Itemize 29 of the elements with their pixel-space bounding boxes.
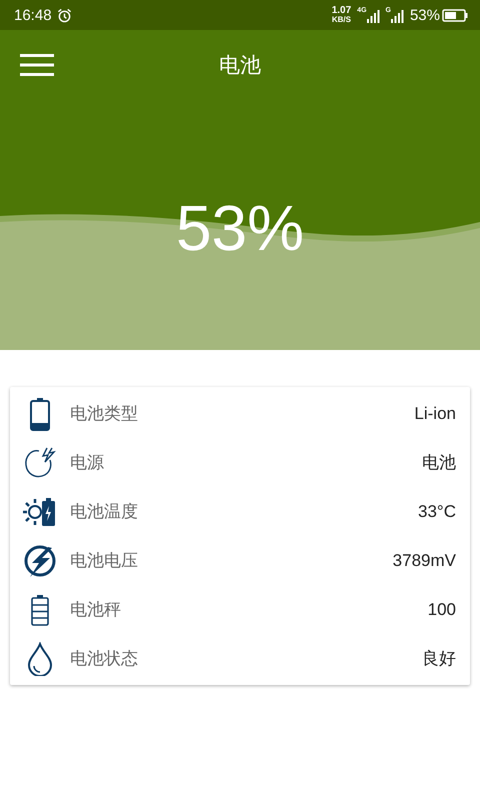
lightning-circle-icon (23, 544, 57, 578)
info-value: 电池 (422, 452, 456, 474)
plug-bolt-icon (23, 446, 57, 478)
info-label: 电池秤 (70, 599, 122, 621)
info-value: 100 (428, 600, 456, 620)
alarm-clock-icon (56, 8, 72, 22)
signal-icon (390, 10, 404, 23)
info-label: 电池类型 (70, 403, 139, 425)
menu-icon[interactable] (20, 54, 54, 76)
battery-icon (442, 8, 468, 22)
battery-percentage: 53% (174, 193, 306, 263)
clock-time: 16:48 (14, 6, 52, 24)
water-drop-icon (27, 642, 53, 676)
speed-unit: KB/S (332, 15, 351, 24)
info-value: 良好 (422, 648, 456, 670)
speed-value: 1.07 (332, 6, 352, 15)
info-label: 电池温度 (70, 501, 139, 523)
battery-icon (29, 396, 51, 430)
battery-level-icon (30, 594, 50, 626)
sun-battery-icon (22, 496, 58, 528)
app-title: 电池 (218, 53, 262, 79)
info-label: 电源 (70, 452, 105, 474)
signal-icon (366, 10, 380, 23)
info-label: 电池电压 (70, 550, 139, 572)
info-value: 33°C (418, 502, 456, 522)
info-value: 3789mV (392, 550, 456, 570)
info-label: 电池状态 (70, 648, 139, 670)
info-value: Li-ion (414, 404, 456, 424)
battery-percent: 53% (410, 6, 440, 24)
